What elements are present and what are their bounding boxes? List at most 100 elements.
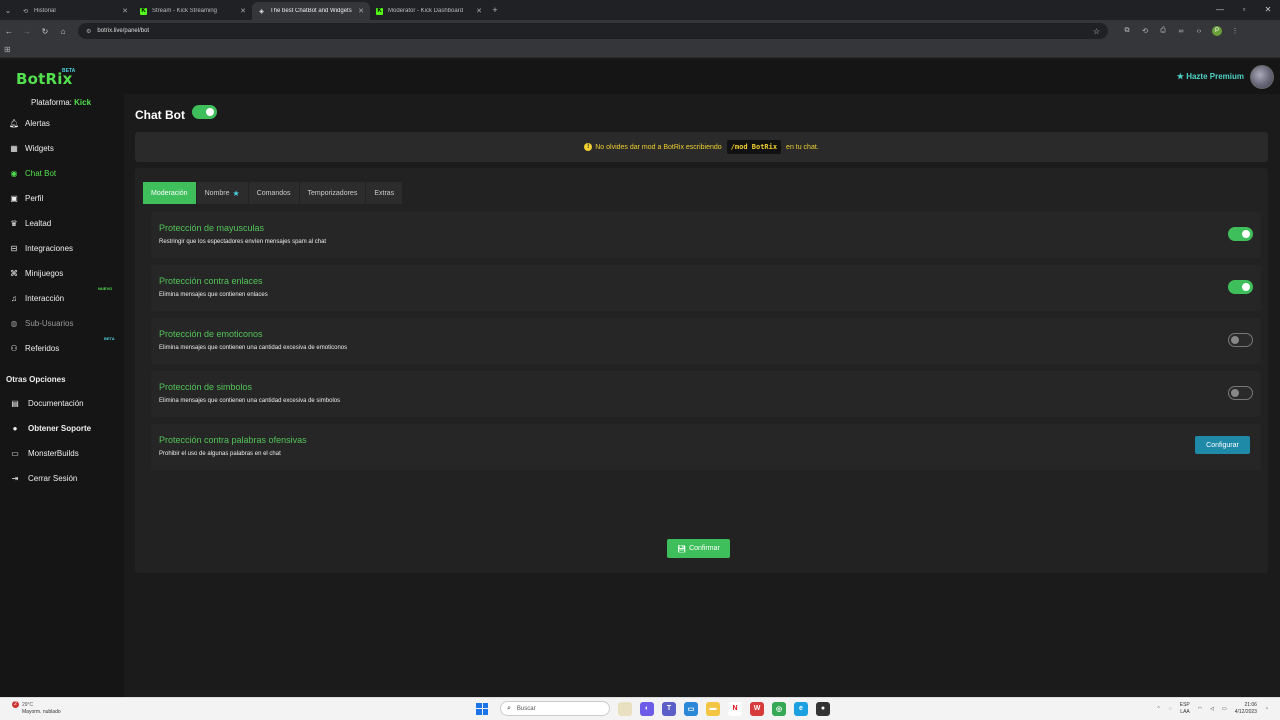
sidebar-item-chat-bot[interactable]: ◉ Chat Bot [0, 163, 124, 183]
tab-search-icon[interactable]: ⌄ [0, 0, 16, 20]
lang-line1: ESP [1179, 702, 1190, 708]
sidebar-item-alertas[interactable]: 🔔︎ Alertas [0, 113, 124, 133]
sidebar-item-label: Obtener Soporte [28, 423, 92, 433]
close-tab-icon[interactable]: ✕ [122, 7, 128, 15]
sidebar-item-referidos[interactable]: ⚇ Referidos BETA [0, 336, 124, 358]
setting-toggle[interactable] [1228, 227, 1253, 241]
browser-tab-active[interactable]: ◈ The best ChatBot and Widgets ✕ [252, 2, 370, 20]
bookmarks-bar: ⊞ [0, 42, 1280, 58]
premium-link[interactable]: ★ Hazte Premium [1177, 72, 1244, 81]
profile-icon: ▣ [10, 193, 18, 203]
battery-icon[interactable]: ▭ [1222, 706, 1227, 712]
menu-icon[interactable]: ⋮ [1226, 27, 1244, 35]
sidebar-item-perfil[interactable]: ▣ Perfil [0, 188, 124, 208]
setting-description: Restringir que los espectadores envíen m… [159, 239, 327, 245]
browser-tab[interactable]: K Stream - Kick Streaming ✕ [134, 2, 252, 20]
bookmark-star-icon[interactable]: ☆ [1093, 27, 1100, 36]
sidebar-item-label: Sub-Usuarios [25, 318, 74, 328]
close-tab-icon[interactable]: ✕ [240, 7, 246, 15]
sidebar-item-minijuegos[interactable]: ⌘ Minijuegos [0, 263, 124, 283]
forward-icon[interactable]: → [18, 27, 36, 36]
music-icon: ♫ [11, 293, 17, 303]
wifi-icon[interactable]: ◠ [1198, 706, 1202, 712]
browser-tab[interactable]: K Moderator - Kick Dashboard ✕ [370, 2, 488, 20]
gamepad-icon: ⌘ [10, 268, 18, 278]
sidebar-item-interaccion[interactable]: ♫ Interacción NUEVO [0, 286, 124, 308]
sidebar-item-integraciones[interactable]: ⊟ Integraciones [0, 238, 124, 258]
confirm-button[interactable]: 💾︎ Confirmar [667, 539, 730, 558]
widgets-icon: ▦ [10, 143, 18, 153]
close-tab-icon[interactable]: ✕ [476, 7, 482, 15]
reload-icon[interactable]: ↻ [36, 27, 54, 36]
teams-icon[interactable]: T [662, 701, 676, 716]
file-explorer-icon[interactable]: ▬ [706, 701, 720, 716]
sidebar-item-obtener-soporte[interactable]: ● Obtener Soporte [0, 418, 124, 438]
maximize-icon[interactable]: ▫ [1232, 0, 1256, 20]
apps-icon[interactable]: ⊞ [4, 45, 11, 54]
task-view-icon[interactable]: ▭ [684, 701, 698, 716]
screen: ⌄ ⟲ Historial ✕ K Stream - Kick Streamin… [0, 0, 1280, 720]
extensions-icon[interactable]: ⧉ [1118, 27, 1136, 35]
setting-toggle[interactable] [1228, 386, 1253, 400]
sidebar-item-monsterbuilds[interactable]: ▭ MonsterBuilds [0, 443, 124, 463]
weather-desc: Mayorm. nublado [22, 709, 61, 715]
history-icon[interactable]: ⟲ [1136, 27, 1154, 35]
setting-toggle[interactable] [1228, 280, 1253, 294]
back-icon[interactable]: ← [0, 27, 18, 36]
tab-temporizadores[interactable]: Temporizadores [299, 182, 366, 204]
tab-title: Moderator - Kick Dashboard [388, 8, 464, 14]
network-icon[interactable]: ◌ [1169, 706, 1172, 712]
sidebar-item-cerrar-sesion[interactable]: ⇥ Cerrar Sesión [0, 468, 124, 488]
taskbar-search[interactable]: ⌕ Buscar [500, 701, 610, 716]
copilot-icon[interactable]: ◐ [640, 701, 654, 716]
referrals-icon: ⚇ [10, 343, 18, 353]
tab-nombre[interactable]: Nombre ★ [196, 182, 248, 204]
user-avatar[interactable] [1250, 65, 1274, 89]
volume-icon[interactable]: ◁ [1210, 706, 1214, 712]
notification-bell-icon[interactable]: ◔ [1265, 706, 1268, 712]
browser-tab[interactable]: ⟲ Historial ✕ [16, 2, 134, 20]
chrome-icon[interactable]: ◎ [772, 701, 786, 716]
taskbar-apps: ⌕ Buscar ◐ T ▭ ▬ N W ◎ e ● [476, 701, 830, 716]
page-title: Chat Bot [135, 108, 185, 122]
chat-bot-toggle[interactable] [192, 105, 217, 119]
tab-comandos[interactable]: Comandos [248, 182, 299, 204]
url-field[interactable]: ⚙ botrix.live/panel/bot ☆ [78, 23, 1108, 39]
windows-start-icon[interactable] [476, 702, 488, 715]
minimize-icon[interactable]: — [1208, 0, 1232, 20]
clock-date: 4/12/2023 [1234, 709, 1257, 715]
site-info-icon[interactable]: ⚙ [86, 28, 91, 35]
language-indicator[interactable]: ESP LAA [1180, 702, 1190, 716]
platform-value: Kick [74, 98, 92, 107]
code-icon[interactable]: ‹› [1190, 28, 1208, 35]
close-window-icon[interactable]: ✕ [1256, 0, 1280, 20]
setting-row-emoticonos: Protección de emoticonos Elimina mensaje… [151, 318, 1261, 364]
profile-avatar[interactable]: P [1212, 26, 1222, 36]
sidebar-item-widgets[interactable]: ▦ Widgets [0, 138, 124, 158]
clock[interactable]: 21:06 4/12/2023 [1235, 702, 1257, 716]
sidebar-item-sub-usuarios[interactable]: ◍ Sub-Usuarios [0, 313, 124, 333]
robot-icon: ◉ [10, 168, 18, 178]
edge-icon[interactable]: e [794, 701, 808, 716]
chevron-up-icon[interactable]: ⌃ [1157, 706, 1161, 712]
tab-moderacion[interactable]: Moderación [143, 182, 196, 204]
link-icon[interactable]: ∞ [1172, 28, 1190, 35]
close-tab-icon[interactable]: ✕ [358, 7, 364, 15]
weather-widget[interactable]: 2 29°C Mayorm. nublado [8, 701, 61, 716]
office-icon[interactable]: W [750, 701, 764, 716]
address-bar: ← → ↻ ⌂ ⚙ botrix.live/panel/bot ☆ ⧉ ⟲ ⎙ … [0, 20, 1280, 42]
setting-toggle[interactable] [1228, 333, 1253, 347]
sidebar-item-lealtad[interactable]: ♛ Lealtad [0, 213, 124, 233]
landscape-app-icon[interactable] [618, 701, 632, 716]
window-controls: — ▫ ✕ [1208, 0, 1280, 20]
print-icon[interactable]: ⎙ [1154, 27, 1172, 35]
sidebar-item-documentacion[interactable]: ▤ Documentación [0, 393, 124, 413]
obs-icon[interactable]: ● [816, 701, 830, 716]
setting-title: Protección de simbolos [159, 382, 253, 392]
new-tab-button[interactable]: + [488, 5, 502, 15]
tab-extras[interactable]: Extras [366, 182, 403, 204]
home-icon[interactable]: ⌂ [54, 27, 72, 36]
configure-button[interactable]: Configurar [1195, 436, 1250, 454]
netflix-icon[interactable]: N [728, 701, 742, 716]
sidebar-item-label: Minijuegos [25, 268, 64, 278]
